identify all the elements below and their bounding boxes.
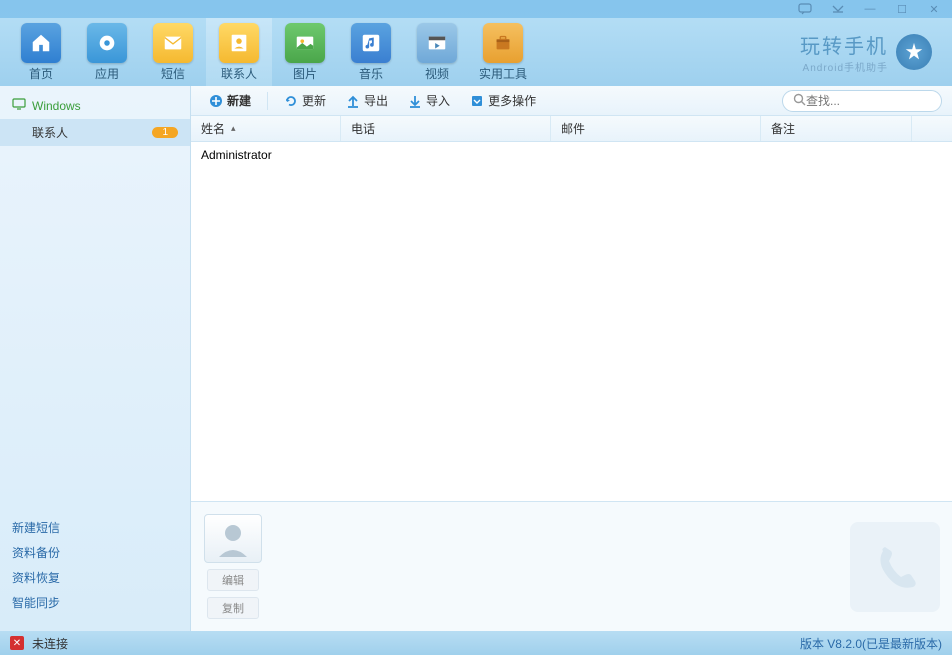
brand-subtitle: Android手机助手 xyxy=(800,59,888,74)
table-body: Administrator xyxy=(191,142,952,501)
nav-label: 应用 xyxy=(95,65,119,82)
export-label: 导出 xyxy=(364,92,388,109)
plus-icon xyxy=(209,94,223,108)
tree-root-windows[interactable]: Windows xyxy=(0,92,190,119)
maximize-button[interactable]: ☐ xyxy=(892,2,912,16)
content: Windows 联系人 1 新建短信 资料备份 资料恢复 智能同步 新建 更新 xyxy=(0,86,952,631)
link-sync[interactable]: 智能同步 xyxy=(12,590,178,615)
brand-logo-icon xyxy=(896,34,932,70)
th-label: 邮件 xyxy=(561,120,585,137)
column-note[interactable]: 备注 xyxy=(761,116,912,141)
tree-item-contacts[interactable]: 联系人 1 xyxy=(0,119,190,146)
table-header: 姓名 ▴ 电话 邮件 备注 xyxy=(191,116,952,142)
search-box[interactable] xyxy=(782,90,942,112)
th-label: 备注 xyxy=(771,120,795,137)
nav-label: 首页 xyxy=(29,65,53,82)
export-icon xyxy=(346,94,360,108)
feedback-icon[interactable] xyxy=(796,2,816,16)
link-backup[interactable]: 资料备份 xyxy=(12,540,178,565)
nav-label: 短信 xyxy=(161,65,185,82)
avatar-column: 编辑 复制 xyxy=(203,514,263,619)
detail-panel: 编辑 复制 xyxy=(191,501,952,631)
cell-name: Administrator xyxy=(201,148,272,162)
link-new-sms[interactable]: 新建短信 xyxy=(12,515,178,540)
statusbar: ✕ 未连接 版本 V8.2.0(已是最新版本) xyxy=(0,631,952,655)
nav-music[interactable]: 音乐 xyxy=(338,18,404,86)
nav-label: 实用工具 xyxy=(479,65,527,82)
nav-label: 联系人 xyxy=(221,65,257,82)
edit-button[interactable]: 编辑 xyxy=(207,569,259,591)
avatar-placeholder xyxy=(204,514,262,563)
import-icon xyxy=(408,94,422,108)
disconnected-icon: ✕ xyxy=(10,636,24,650)
export-button[interactable]: 导出 xyxy=(338,89,396,112)
nav-tools[interactable]: 实用工具 xyxy=(470,18,536,86)
more-label: 更多操作 xyxy=(488,92,536,109)
refresh-icon xyxy=(284,94,298,108)
sort-asc-icon: ▴ xyxy=(231,123,236,134)
toolbar: 新建 更新 导出 导入 更多操作 xyxy=(191,86,952,116)
monitor-icon xyxy=(12,98,26,113)
main-panel: 新建 更新 导出 导入 更多操作 xyxy=(190,86,952,631)
refresh-button[interactable]: 更新 xyxy=(276,89,334,112)
close-button[interactable]: ✕ xyxy=(924,2,944,16)
column-end xyxy=(912,116,952,141)
table-row[interactable]: Administrator xyxy=(191,142,952,168)
header-nav: 首页 应用 短信 联系人 图片 音乐 视频 实用工具 玩转手机 Android手… xyxy=(0,18,952,86)
nav-home[interactable]: 首页 xyxy=(8,18,74,86)
brand: 玩转手机 Android手机助手 xyxy=(800,30,944,74)
refresh-label: 更新 xyxy=(302,92,326,109)
sidebar: Windows 联系人 1 新建短信 资料备份 资料恢复 智能同步 xyxy=(0,86,190,631)
column-phone[interactable]: 电话 xyxy=(341,116,551,141)
th-label: 姓名 xyxy=(201,120,225,137)
link-restore[interactable]: 资料恢复 xyxy=(12,565,178,590)
new-label: 新建 xyxy=(227,92,251,109)
brand-title: 玩转手机 xyxy=(800,30,888,59)
tree-item-label: 联系人 xyxy=(32,124,68,141)
sidebar-links: 新建短信 资料备份 资料恢复 智能同步 xyxy=(0,515,190,631)
nav-contacts[interactable]: 联系人 xyxy=(206,18,272,86)
nav-video[interactable]: 视频 xyxy=(404,18,470,86)
search-icon xyxy=(793,93,806,109)
dropdown-icon[interactable] xyxy=(828,2,848,16)
search-input[interactable] xyxy=(806,94,952,108)
column-email[interactable]: 邮件 xyxy=(551,116,761,141)
import-label: 导入 xyxy=(426,92,450,109)
column-name[interactable]: 姓名 ▴ xyxy=(191,116,341,141)
nav-sms[interactable]: 短信 xyxy=(140,18,206,86)
divider xyxy=(267,92,268,110)
import-button[interactable]: 导入 xyxy=(400,89,458,112)
version-text: 版本 V8.2.0(已是最新版本) xyxy=(800,635,942,652)
th-label: 电话 xyxy=(351,120,375,137)
minimize-button[interactable]: — xyxy=(860,2,880,16)
phone-placeholder-icon xyxy=(850,522,940,612)
copy-button[interactable]: 复制 xyxy=(207,597,259,619)
count-badge: 1 xyxy=(152,127,178,138)
nav-label: 音乐 xyxy=(359,65,383,82)
nav-label: 视频 xyxy=(425,65,449,82)
titlebar: — ☐ ✕ xyxy=(0,0,952,18)
status-text: 未连接 xyxy=(32,635,68,652)
nav-apps[interactable]: 应用 xyxy=(74,18,140,86)
tree-root-label: Windows xyxy=(32,99,81,113)
nav-pictures[interactable]: 图片 xyxy=(272,18,338,86)
more-button[interactable]: 更多操作 xyxy=(462,89,544,112)
new-button[interactable]: 新建 xyxy=(201,89,259,112)
chevron-down-icon xyxy=(470,94,484,108)
nav-label: 图片 xyxy=(293,65,317,82)
